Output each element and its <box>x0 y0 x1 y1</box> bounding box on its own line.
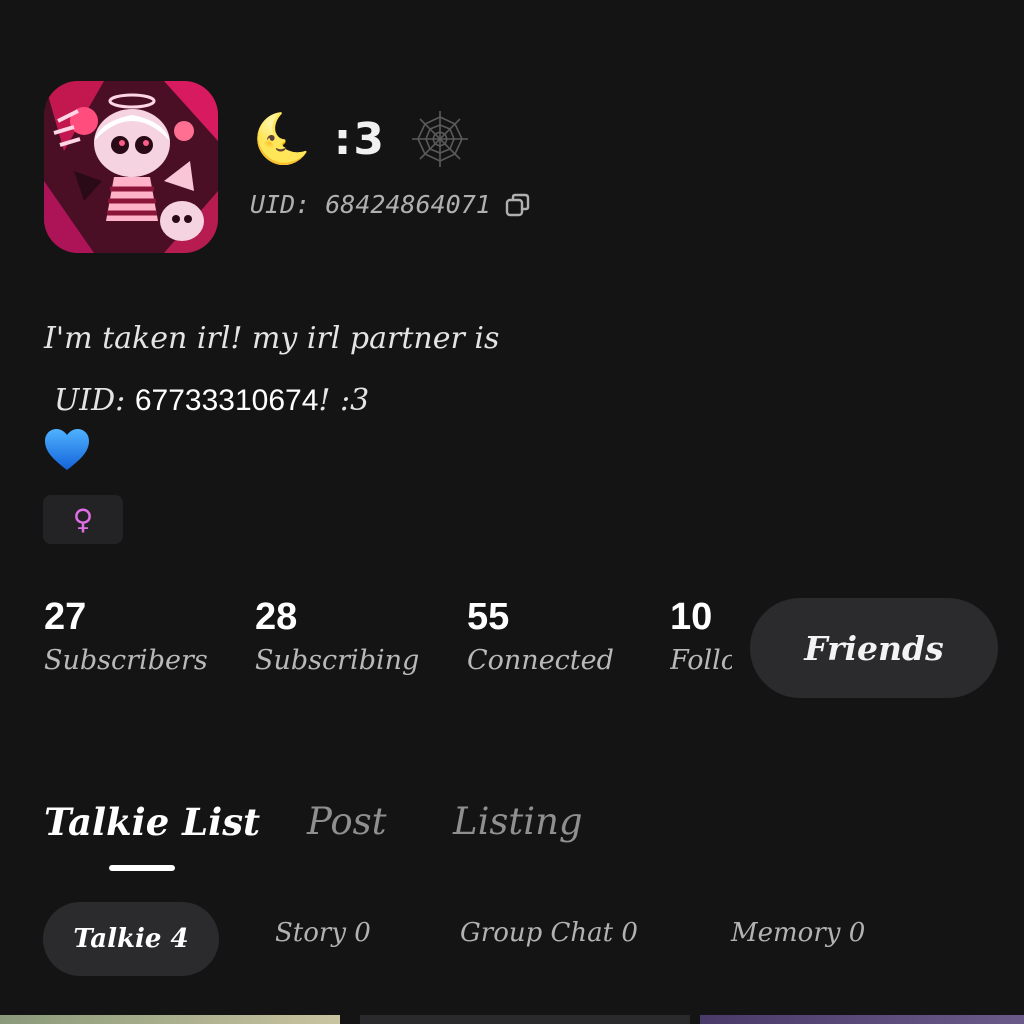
stat-value: 27 <box>44 596 87 638</box>
talkie-cards-preview[interactable] <box>0 1015 1024 1024</box>
subtab-story[interactable]: Story 0 <box>275 918 371 948</box>
subtab-talkie[interactable]: Talkie 4 <box>43 902 219 976</box>
stat-value: 28 <box>255 596 298 638</box>
stat-label: Connected <box>467 645 614 676</box>
profile-name-row: 🌜 :3 <box>252 104 472 174</box>
talkie-card-thumb[interactable] <box>0 1015 340 1024</box>
profile-bio: I'm taken irl! my irl partner is UID: 67… <box>44 308 744 432</box>
bio-suffix: ! :3 <box>318 383 370 418</box>
stat-label: Subscribing <box>255 645 420 676</box>
uid-row: UID: 68424864071 <box>250 190 531 219</box>
moon-icon: 🌜 <box>252 111 312 167</box>
subtab-group-chat[interactable]: Group Chat 0 <box>460 918 638 948</box>
active-tab-indicator <box>109 865 175 871</box>
blue-heart-icon <box>45 429 89 470</box>
stat-followers[interactable]: 10 Follo <box>670 596 732 676</box>
bio-partner-uid: 67733310674 <box>134 384 319 417</box>
copy-icon[interactable] <box>505 192 531 218</box>
tab-post[interactable]: Post <box>307 800 387 843</box>
bio-uid-prefix: UID: <box>54 383 135 418</box>
uid-text: UID: 68424864071 <box>250 190 491 219</box>
stat-connected[interactable]: 55 Connected <box>467 596 614 676</box>
spider-web-icon <box>411 111 468 167</box>
card-gap <box>340 1015 360 1024</box>
profile-avatar[interactable] <box>44 81 218 253</box>
stat-label: Follo <box>670 645 732 676</box>
stat-value: 55 <box>467 596 510 638</box>
stat-value: 10 <box>670 596 713 638</box>
talkie-card-thumb[interactable] <box>700 1015 1024 1024</box>
female-icon: ♀ <box>72 502 94 536</box>
display-name: :3 <box>333 113 386 165</box>
card-gap <box>690 1015 700 1024</box>
bio-line-2: UID: 67733310674! :3 <box>44 370 744 432</box>
stat-label: Subscribers <box>44 645 208 676</box>
tab-listing[interactable]: Listing <box>453 800 583 843</box>
friends-button[interactable]: Friends <box>750 598 998 698</box>
avatar-artwork <box>44 81 218 253</box>
stat-subscribing[interactable]: 28 Subscribing <box>255 596 419 676</box>
stat-subscribers[interactable]: 27 Subscribers <box>44 596 208 676</box>
gender-badge: ♀ <box>43 495 123 544</box>
talkie-card-thumb[interactable] <box>360 1015 690 1024</box>
subtab-memory[interactable]: Memory 0 <box>731 918 865 948</box>
tab-talkie-list[interactable]: Talkie List <box>44 800 260 844</box>
bio-line-1: I'm taken irl! my irl partner is <box>44 321 500 356</box>
